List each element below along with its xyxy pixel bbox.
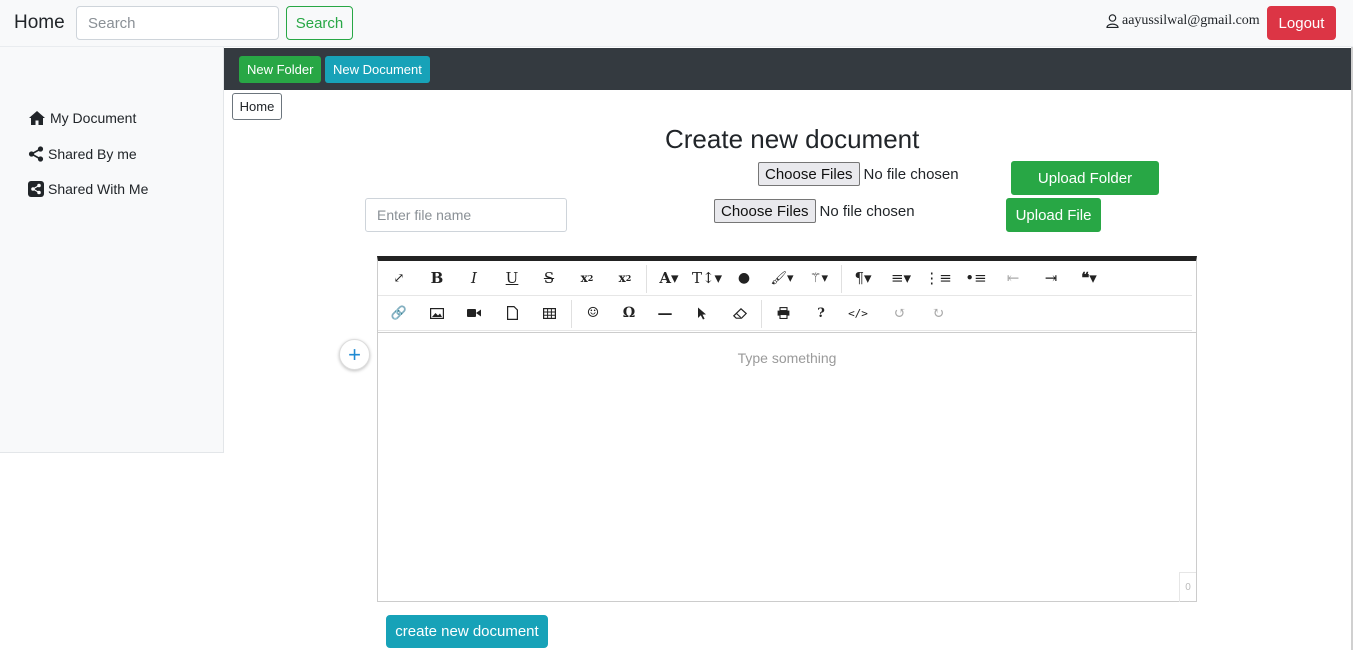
editor-toolbar-row-2: 🔗 ☺ Ω — ? </> ↺ ↻ — [378, 296, 1192, 331]
new-document-button[interactable]: New Document — [325, 56, 430, 83]
redo-icon[interactable]: ↻ — [920, 296, 956, 330]
subscript-icon[interactable]: x2 — [569, 261, 605, 295]
add-block-button[interactable]: + — [339, 339, 370, 370]
image-icon[interactable] — [419, 296, 455, 330]
link-icon[interactable]: 🔗 — [381, 296, 417, 330]
undo-icon[interactable]: ↺ — [882, 296, 918, 330]
outdent-icon[interactable]: ⇤ — [995, 261, 1031, 295]
char-counter: 0 — [1179, 572, 1196, 602]
rich-text-editor: ⤢ B I U S x2 x2 A▾ T↕▾ ● 🖌▾ ⚚▾ ¶▾ ≡▾ ⋮≡ … — [377, 256, 1197, 602]
create-document-button[interactable]: create new document — [386, 615, 548, 648]
editor-toolbar-row-1: ⤢ B I U S x2 x2 A▾ T↕▾ ● 🖌▾ ⚚▾ ¶▾ ≡▾ ⋮≡ … — [378, 261, 1192, 296]
magic-wand-icon[interactable]: ⚚▾ — [801, 261, 837, 295]
new-folder-button[interactable]: New Folder — [239, 56, 322, 83]
paint-brush-icon[interactable]: 🖌▾ — [764, 261, 800, 295]
italic-icon[interactable]: I — [456, 261, 492, 295]
print-icon[interactable] — [765, 296, 801, 330]
font-size-icon[interactable]: T↕▾ — [689, 261, 725, 295]
video-icon[interactable] — [456, 296, 492, 330]
select-all-icon[interactable] — [684, 296, 720, 330]
toolbar-separator — [646, 265, 647, 293]
breadcrumb-home[interactable]: Home — [232, 93, 282, 120]
horizontal-line-icon[interactable]: — — [647, 296, 683, 330]
editor-placeholder: Type something — [737, 350, 837, 366]
sidebar-item-shared-by-me[interactable]: Shared By me — [28, 146, 137, 162]
indent-icon[interactable]: ⇥ — [1033, 261, 1069, 295]
logout-button[interactable]: Logout — [1267, 6, 1336, 40]
page-title: Create new document — [665, 124, 920, 154]
align-icon[interactable]: ≡▾ — [883, 261, 919, 295]
filename-input[interactable] — [365, 198, 567, 232]
sidebar-item-label: Shared With Me — [48, 181, 149, 197]
emoticon-icon[interactable]: ☺ — [575, 296, 611, 330]
file-input: Choose Files No file chosen — [714, 199, 915, 223]
search-button[interactable]: Search — [286, 6, 353, 40]
quote-icon[interactable]: ❝▾ — [1071, 261, 1107, 295]
brand-home-link[interactable]: Home — [14, 12, 65, 34]
folder-file-input: Choose Files No file chosen — [758, 162, 959, 186]
paragraph-icon[interactable]: ¶▾ — [845, 261, 881, 295]
table-icon[interactable] — [531, 296, 567, 330]
user-icon — [1106, 14, 1119, 28]
strikethrough-icon[interactable]: S — [531, 261, 567, 295]
share-icon — [28, 146, 44, 162]
editor-content-area[interactable]: Type something 0 — [378, 332, 1196, 602]
special-char-icon[interactable]: Ω — [611, 296, 647, 330]
ordered-list-icon[interactable]: ⋮≡ — [920, 261, 956, 295]
file-status: No file chosen — [819, 202, 915, 220]
color-icon[interactable]: ● — [726, 261, 762, 295]
plus-icon: + — [348, 341, 361, 367]
file-icon[interactable] — [494, 296, 530, 330]
upload-folder-button[interactable]: Upload Folder — [1011, 161, 1159, 195]
upload-file-button[interactable]: Upload File — [1006, 198, 1101, 232]
home-icon — [28, 110, 46, 126]
action-bar: New Folder New Document — [224, 48, 1353, 90]
underline-icon[interactable]: U — [494, 261, 530, 295]
toolbar-separator — [571, 300, 572, 328]
choose-folder-files-button[interactable]: Choose Files — [758, 162, 860, 186]
user-email: aayussilwal@gmail.com — [1122, 13, 1260, 28]
user-info: aayussilwal@gmail.com — [1106, 13, 1260, 29]
share-square-icon — [28, 181, 44, 197]
toolbar-separator — [761, 300, 762, 328]
fullscreen-icon[interactable]: ⤢ — [381, 261, 417, 295]
choose-files-button[interactable]: Choose Files — [714, 199, 816, 223]
toolbar-separator — [841, 265, 842, 293]
font-family-icon[interactable]: A▾ — [651, 261, 687, 295]
sidebar-item-shared-with-me[interactable]: Shared With Me — [28, 181, 148, 197]
superscript-icon[interactable]: x2 — [607, 261, 643, 295]
sidebar: My Document Shared By me Shared With Me — [0, 47, 224, 453]
search-input[interactable] — [76, 6, 279, 40]
sidebar-item-label: My Document — [50, 110, 137, 126]
sidebar-item-my-document[interactable]: My Document — [28, 110, 136, 126]
bold-icon[interactable]: B — [419, 261, 455, 295]
top-navbar: Home Search aayussilwal@gmail.com Logout — [0, 0, 1353, 47]
sidebar-item-label: Shared By me — [48, 146, 137, 162]
eraser-icon[interactable] — [722, 296, 758, 330]
unordered-list-icon[interactable]: •≡ — [958, 261, 994, 295]
help-icon[interactable]: ? — [803, 296, 839, 330]
folder-file-status: No file chosen — [863, 165, 959, 183]
html-code-icon[interactable]: </> — [840, 296, 876, 330]
